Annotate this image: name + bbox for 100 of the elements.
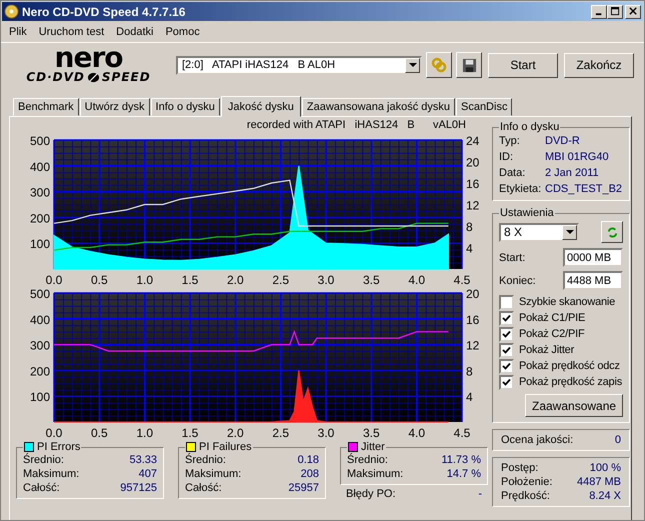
info-value: DVD-R [545,134,580,149]
advanced-button[interactable]: Zaawansowane [525,394,623,417]
tab[interactable]: Utwórz dysk [80,98,150,116]
maximize-button[interactable] [607,4,623,18]
checkbox-label: Pokaż C1/PIE [519,312,586,324]
axis-label: 400 [30,160,50,174]
checkbox[interactable] [499,310,514,326]
axis-label: 0.0 [46,273,62,286]
maximize-icon [610,7,620,16]
axis-label: 0.0 [46,426,62,439]
logo-text: nero [54,46,122,70]
exit-button[interactable]: Zakończ [564,52,634,78]
input-field[interactable]: 4488 MB [563,271,623,290]
axis-label: 100 [30,390,50,404]
recorder-caption: recorded with ATAPI iHAS124 B vAL0H [246,119,467,133]
axis-label: 24 [466,134,480,148]
info-label: Data: [499,166,526,181]
stat-label: Średnio: [185,453,226,467]
checkbox[interactable] [499,326,514,342]
axis-label: 1.0 [136,426,153,439]
axis-label: 20 [466,287,480,301]
axis-label: 4.0 [408,273,425,286]
menu-item[interactable]: Plik [3,26,33,38]
window-title: Nero CD-DVD Speed 4.7.7.16 [22,4,186,18]
tab[interactable]: Zaawansowana jakość dysku [302,98,455,116]
start-button[interactable]: Start [488,52,558,78]
axis-label: 2.0 [227,426,244,439]
axis-label: 1.5 [182,426,198,439]
axis-label: 8 [466,220,473,234]
stat-label: Błędy PO: [346,487,396,501]
menu-item[interactable]: Uruchom test [32,26,110,38]
checkbox[interactable] [499,358,514,374]
axis-label: 4.5 [454,426,470,439]
refresh-icon [606,226,618,238]
axis-label: 16 [466,177,480,191]
save-button[interactable] [456,52,482,78]
input-field[interactable]: 0000 MB [563,248,623,267]
axis-label: 200 [30,364,50,378]
tab[interactable]: Benchmark [13,98,79,116]
axis-label: 16 [466,312,480,327]
stat-value: 208 [300,467,319,481]
axis-label: 200 [30,211,50,226]
tab[interactable]: ScanDisc [456,98,512,116]
axis-label: 2.5 [272,273,289,286]
progress-label: Prędkość: [501,489,550,503]
axis-label: 12 [466,198,480,212]
info-label: ID: [499,150,514,165]
info-label: Typ: [499,134,521,149]
axis-label: 2.5 [272,426,289,439]
checkbox[interactable] [499,374,514,390]
stat-value: 0.18 [298,453,319,467]
logo-text: SPEED [102,70,151,84]
progress-value: 100 % [590,461,621,475]
dropdown-arrow-icon [566,230,574,234]
stat-value: - [478,487,482,501]
refresh-button[interactable] [601,221,623,243]
stat-label: Całość: [23,481,60,495]
axis-label: 400 [30,312,50,327]
stat-value: 25957 [288,481,319,495]
axis-label: 4.5 [454,273,470,286]
axis-label: 1.0 [136,273,153,286]
progress-value: 4487 MB [576,475,621,489]
quality-value: 0 [614,433,621,447]
axis-label: 20 [466,156,480,170]
checkbox-label: Pokaż prędkość zapis [519,376,622,388]
checkbox[interactable] [499,342,514,358]
group-title: PI Failures [199,441,252,453]
group-title: PI Errors [37,441,80,453]
stat-label: Maksimum: [185,467,242,481]
axis-label: 300 [30,186,50,200]
dropdown-arrow-icon [408,62,416,68]
axis-label: 4.0 [408,426,425,439]
axis-label: 500 [30,287,50,301]
axis-label: 1.5 [182,273,198,286]
checkbox-label: Pokaż C2/PIF [519,328,584,340]
axis-label: 300 [30,338,50,353]
drive-dropdown[interactable]: [2:0] ATAPI iHAS124 B AL0H [176,56,422,74]
axis-label: 500 [30,134,50,148]
refresh-button[interactable] [426,52,452,78]
stat-value: 11.73 % [441,453,481,467]
tab[interactable]: Info o dysku [150,98,220,116]
menu-item[interactable]: Dodatki [110,26,160,38]
stat-value: 957125 [120,481,157,495]
close-button[interactable] [625,4,641,18]
axis-label: 12 [466,338,480,353]
progress-label: Położenie: [501,475,552,489]
progress-label: Postęp: [501,461,538,475]
disc-icon [4,4,19,19]
checkbox-label: Pokaż Jitter [519,344,574,356]
checkbox[interactable] [499,294,514,310]
stat-value: 53.33 [129,453,157,467]
tab[interactable]: Jakość dysku [220,96,301,117]
group-title: Ustawienia [499,207,555,219]
speed-dropdown[interactable]: 8 X [499,222,579,242]
close-icon [628,7,638,16]
axis-label: 3.5 [363,426,380,439]
axis-label: 0.5 [91,273,108,286]
menu-item[interactable]: Pomoc [159,26,206,38]
axis-label: 0.5 [91,426,108,439]
minimize-button[interactable] [591,4,607,18]
